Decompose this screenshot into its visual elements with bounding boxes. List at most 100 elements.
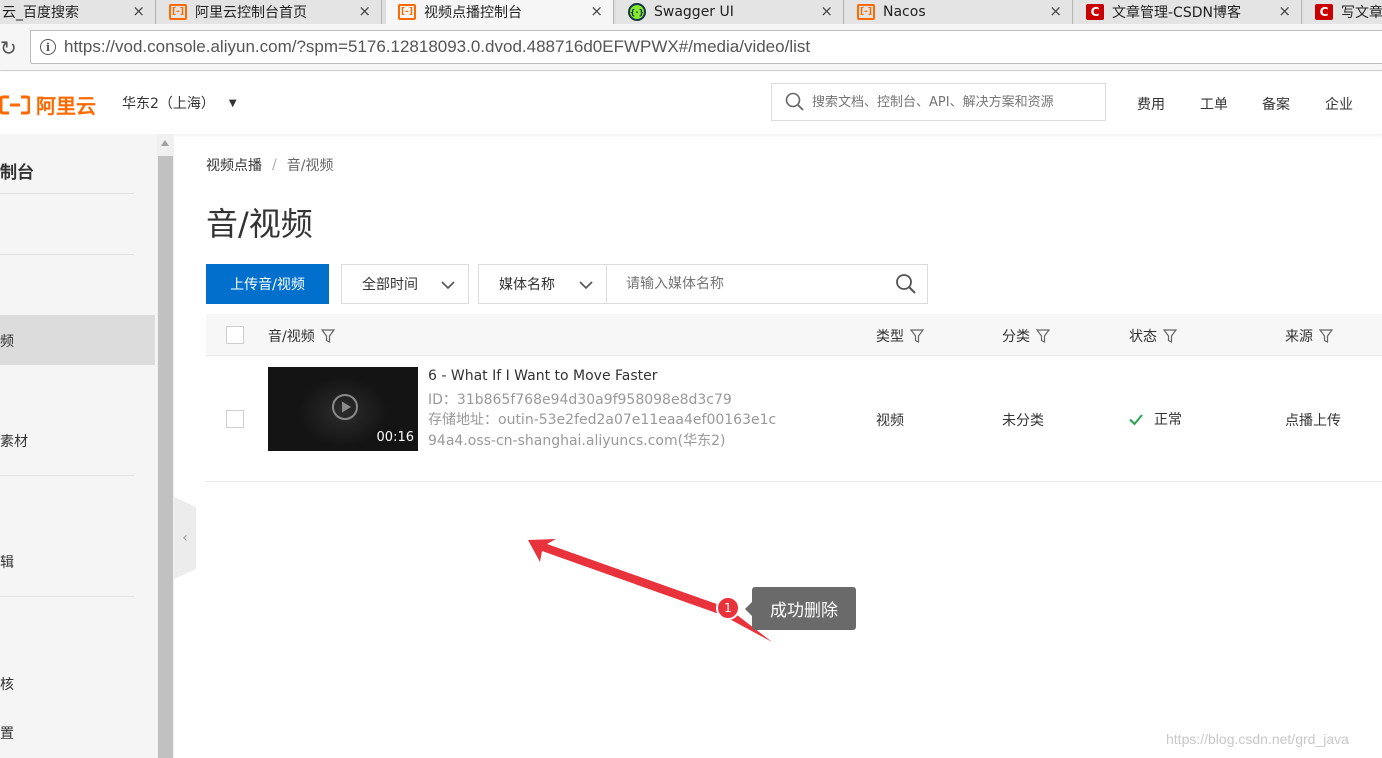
column-header-status: 状态 bbox=[1129, 326, 1177, 346]
select-all-checkbox[interactable] bbox=[226, 326, 244, 344]
sidebar-item-review[interactable]: 核 bbox=[0, 674, 14, 694]
sidebar-divider bbox=[0, 475, 134, 476]
media-status: 正常 bbox=[1128, 409, 1182, 429]
sidebar-item-editing[interactable]: 辑 bbox=[0, 552, 14, 572]
chevron-left-icon: ‹ bbox=[182, 530, 188, 546]
annotation-badge: 1 bbox=[716, 596, 740, 620]
media-type: 视频 bbox=[876, 413, 904, 429]
row-checkbox[interactable] bbox=[226, 410, 244, 428]
filter-icon[interactable] bbox=[1319, 328, 1333, 344]
filter-icon[interactable] bbox=[1036, 328, 1050, 344]
scrollbar-thumb[interactable] bbox=[158, 156, 173, 758]
url-text[interactable]: https://vod.console.aliyun.com/?spm=5176… bbox=[64, 37, 810, 57]
search-icon[interactable] bbox=[895, 273, 917, 295]
sidebar-divider bbox=[0, 596, 134, 597]
column-header-label: 状态 bbox=[1129, 329, 1157, 345]
media-search-box[interactable] bbox=[606, 264, 928, 304]
global-search[interactable] bbox=[771, 83, 1106, 121]
chevron-down-icon bbox=[441, 281, 455, 290]
browser-tab[interactable]: {·} Swagger UI × bbox=[616, 0, 844, 24]
csdn-favicon-icon: C bbox=[1315, 4, 1333, 20]
csdn-favicon-icon: C bbox=[1086, 4, 1104, 20]
tab-close-icon[interactable]: × bbox=[1278, 2, 1291, 20]
browser-tab[interactable]: [-] 阿里云控制台首页 × bbox=[157, 0, 382, 24]
browser-tab[interactable]: C 写文章 bbox=[1303, 0, 1382, 24]
sidebar-collapse-handle[interactable]: ‹ bbox=[174, 497, 196, 579]
tab-title: 文章管理-CSDN博客 bbox=[1112, 5, 1241, 21]
nav-link-billing[interactable]: 费用 bbox=[1137, 94, 1165, 114]
annotation-tooltip: 成功删除 bbox=[745, 587, 856, 630]
video-duration: 00:16 bbox=[376, 430, 414, 445]
column-header-category: 分类 bbox=[1002, 326, 1050, 346]
breadcrumb: 视频点播 / 音/视频 bbox=[206, 155, 333, 175]
sidebar-scrollbar[interactable] bbox=[157, 134, 174, 758]
reload-icon[interactable]: ↻ bbox=[0, 36, 17, 60]
sidebar-item-settings[interactable]: 置 bbox=[0, 723, 14, 743]
aliyun-logo-icon bbox=[0, 95, 30, 115]
swagger-favicon-icon: {·} bbox=[628, 3, 646, 21]
url-omnibox[interactable]: i https://vod.console.aliyun.com/?spm=51… bbox=[30, 30, 1382, 64]
tab-close-icon[interactable]: × bbox=[358, 2, 371, 20]
sidebar-title: 制台 bbox=[0, 163, 34, 183]
search-field-select[interactable]: 媒体名称 bbox=[478, 264, 607, 304]
media-source: 点播上传 bbox=[1285, 413, 1341, 429]
upload-media-button[interactable]: 上传音/视频 bbox=[206, 264, 329, 304]
sidebar-item-materials[interactable]: 素材 bbox=[0, 431, 28, 451]
breadcrumb-current: 音/视频 bbox=[286, 158, 334, 174]
column-header-label: 类型 bbox=[876, 329, 904, 345]
media-storage-address: 存储地址：outin-53e2fed2a07e11eaa4ef00163e1c9… bbox=[428, 412, 777, 449]
global-search-input[interactable] bbox=[812, 94, 1102, 110]
aliyun-favicon-icon: [-] bbox=[857, 4, 875, 20]
info-icon[interactable]: i bbox=[40, 39, 56, 55]
sidebar-item-video[interactable]: 频 bbox=[0, 331, 14, 351]
media-title[interactable]: 6 - What If I Want to Move Faster bbox=[428, 368, 658, 384]
media-search-input[interactable] bbox=[626, 276, 876, 292]
tab-close-icon[interactable]: × bbox=[820, 2, 833, 20]
sidebar-item-active-bg bbox=[0, 315, 155, 365]
caret-down-icon: ▼ bbox=[228, 97, 237, 109]
breadcrumb-parent[interactable]: 视频点播 bbox=[206, 155, 262, 175]
logo-text: 阿里云 bbox=[36, 94, 96, 118]
filter-icon[interactable] bbox=[910, 328, 924, 344]
tab-title: 阿里云控制台首页 bbox=[195, 5, 307, 21]
browser-tab-active[interactable]: [-] 视频点播控制台 × bbox=[386, 0, 614, 24]
browser-tab[interactable]: C 文章管理-CSDN博客 × bbox=[1074, 0, 1302, 24]
scroll-up-arrow-icon[interactable] bbox=[161, 140, 169, 146]
media-category: 未分类 bbox=[1002, 413, 1044, 429]
column-header-label: 来源 bbox=[1285, 329, 1313, 345]
column-header-media: 音/视频 bbox=[268, 326, 335, 346]
search-icon bbox=[785, 92, 804, 111]
browser-address-bar: ↻ i https://vod.console.aliyun.com/?spm=… bbox=[0, 24, 1382, 71]
browser-tab[interactable]: 云_百度搜索 × bbox=[0, 0, 156, 24]
video-thumbnail[interactable]: 00:16 bbox=[268, 367, 418, 451]
column-header-type: 类型 bbox=[876, 326, 924, 346]
filter-icon[interactable] bbox=[320, 328, 335, 344]
tab-close-icon[interactable]: × bbox=[132, 2, 145, 20]
status-label: 正常 bbox=[1154, 412, 1182, 428]
aliyun-logo[interactable]: 阿里云 bbox=[0, 90, 96, 119]
nav-link-enterprise[interactable]: 企业 bbox=[1325, 94, 1353, 114]
column-header-label: 音/视频 bbox=[268, 329, 315, 345]
browser-tab-strip: 云_百度搜索 × [-] 阿里云控制台首页 × [-] 视频点播控制台 × {·… bbox=[0, 0, 1382, 24]
page-title: 音/视频 bbox=[206, 205, 313, 243]
filter-icon[interactable] bbox=[1163, 328, 1177, 344]
aliyun-favicon-icon: [-] bbox=[398, 4, 416, 20]
nav-link-icp[interactable]: 备案 bbox=[1262, 94, 1290, 114]
tab-title: Nacos bbox=[883, 4, 926, 20]
time-filter-select[interactable]: 全部时间 bbox=[341, 264, 469, 304]
sidebar-divider bbox=[0, 254, 134, 255]
aliyun-favicon-icon: [-] bbox=[169, 4, 187, 20]
tab-title: 写文章 bbox=[1341, 5, 1382, 21]
column-header-label: 分类 bbox=[1002, 329, 1030, 345]
nav-link-tickets[interactable]: 工单 bbox=[1200, 94, 1228, 114]
sidebar: 制台 频 素材 辑 核 置 bbox=[0, 134, 157, 758]
console-top-nav: 阿里云 华东2（上海） ▼ 费用 工单 备案 企业 bbox=[0, 72, 1382, 134]
check-icon bbox=[1129, 414, 1143, 426]
region-selector[interactable]: 华东2（上海） ▼ bbox=[122, 93, 237, 113]
tab-close-icon[interactable]: × bbox=[1049, 2, 1062, 20]
table-header: 音/视频 类型 分类 状态 来源 bbox=[206, 314, 1382, 356]
play-icon[interactable] bbox=[331, 393, 359, 421]
column-header-source: 来源 bbox=[1285, 326, 1333, 346]
tab-close-icon[interactable]: × bbox=[590, 2, 603, 20]
browser-tab[interactable]: [-] Nacos × bbox=[845, 0, 1073, 24]
